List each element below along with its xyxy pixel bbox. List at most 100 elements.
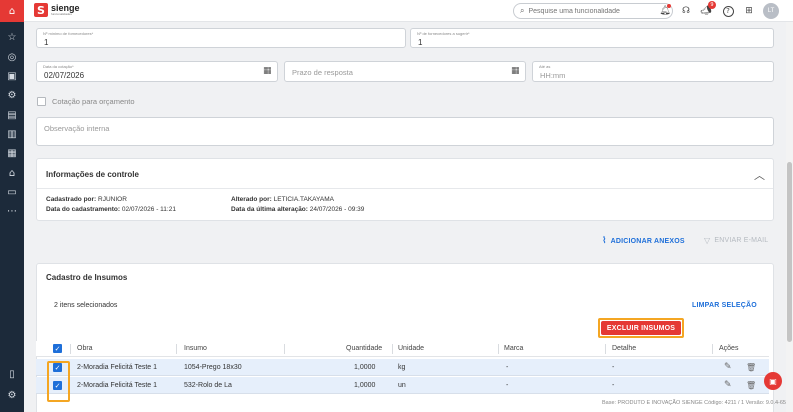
response-deadline-placeholder: Prazo de resposta (292, 68, 353, 77)
column-header-insumo[interactable]: Insumo (184, 341, 207, 357)
registered-by: Cadastrado por: RJUNIOR (46, 196, 127, 203)
chevron-up-icon[interactable]: ︿ (754, 167, 765, 183)
notification-badge: 9 (708, 1, 716, 9)
cell-detalhe: - (612, 382, 615, 389)
main-content: Nº mínimo de fornecedores* 1 Nº de forne… (24, 22, 786, 412)
chat-icon: ▣ (769, 376, 777, 386)
min-suppliers-field[interactable]: Nº mínimo de fornecedores* 1 (36, 28, 406, 48)
home-icon: ⌂ (8, 5, 16, 17)
add-attachments-button[interactable]: ⌇ ADICIONAR ANEXOS (602, 236, 685, 246)
column-header-quantidade[interactable]: Quantidade (346, 341, 382, 357)
budget-quote-checkbox[interactable] (37, 97, 46, 106)
changed-by: Alterado por: LETICIA.TAKAYAMA (231, 196, 334, 203)
send-email-button[interactable]: ▽ ENVIAR E-MAIL (704, 236, 768, 245)
calculator-icon[interactable]: ▦ (0, 144, 24, 162)
avatar[interactable]: LT (763, 3, 779, 19)
top-bar: S sienge funcionalidades ⌕ 🔔︎ ☊ 📣︎9 ? ⊞ … (24, 0, 793, 22)
chat-button[interactable]: ▣ (764, 372, 782, 390)
cell-insumo: 1054-Prego 18x30 (184, 364, 242, 371)
paperclip-icon: ⌇ (602, 236, 607, 246)
select-all-checkbox[interactable]: ✓ (53, 344, 62, 353)
help-icon[interactable]: ? (720, 3, 736, 19)
vertical-scrollbar[interactable] (786, 22, 793, 412)
column-header-obra[interactable]: Obra (77, 341, 93, 357)
brand-logo-mark: S (34, 3, 48, 17)
cell-obra: 2-Moradia Felicitá Teste 1 (77, 382, 158, 389)
delete-inputs-button[interactable]: EXCLUIR INSUMOS (601, 321, 681, 335)
reports-icon[interactable]: ▥ (0, 125, 24, 143)
control-info-card: Informações de controle ︿ Cadastrado por… (36, 158, 774, 221)
brand-subtitle: funcionalidades (51, 12, 72, 16)
headset-icon[interactable]: ☊ (678, 3, 694, 19)
column-header-acoes: Ações (719, 345, 739, 352)
home-button[interactable]: ⌂ (0, 0, 24, 22)
cell-detalhe: - (612, 364, 615, 371)
cell-insumo: 532-Rolo de La (184, 382, 232, 389)
cell-unidade: kg (398, 364, 406, 371)
table-row[interactable]: ✓ 2-Moradia Felicitá Teste 1 1054-Prego … (36, 359, 769, 376)
scrollbar-thumb[interactable] (787, 162, 792, 342)
filter-icon: ▽ (704, 236, 711, 245)
brand-logo[interactable]: S sienge funcionalidades (34, 3, 80, 17)
cell-unidade: un (398, 382, 406, 389)
until-time-placeholder: HH:mm (540, 71, 566, 80)
control-info-title: Informações de controle (46, 170, 139, 179)
cell-quantidade: 1,0000 (354, 382, 376, 389)
left-nav-rail: ⌂ ☆ ◎ ▣ ⚙ ▤ ▥ ▦ ⌂ ▭ ⋯ ▯ ⚙ (0, 0, 24, 412)
until-time-label: Até as (539, 64, 551, 69)
search-box[interactable]: ⌕ (513, 3, 673, 19)
quote-date-field[interactable]: Data da cotação* 02/07/2026 ▦ (36, 61, 278, 82)
control-info-header[interactable]: Informações de controle ︿ (37, 159, 773, 189)
response-deadline-field[interactable]: Prazo de resposta ▦ (284, 61, 526, 82)
edit-icon[interactable]: ✎ (724, 359, 732, 376)
star-icon[interactable]: ☆ (0, 28, 24, 46)
megaphone-icon[interactable]: 📣︎ 9 (698, 1, 716, 19)
delete-inputs-highlight: EXCLUIR INSUMOS (598, 318, 684, 338)
trash-icon[interactable]: 🗑︎ (746, 377, 756, 394)
column-header-detalhe[interactable]: Detalhe (612, 341, 636, 357)
table-row[interactable]: ✓ 2-Moradia Felicitá Teste 1 532-Rolo de… (36, 377, 769, 394)
inputs-title: Cadastro de Insumos (46, 273, 128, 282)
column-header-unidade[interactable]: Unidade (398, 341, 424, 357)
row-selection-highlight (47, 361, 70, 402)
tools-icon[interactable]: ⚙ (0, 86, 24, 104)
globe-icon[interactable]: ◎ (0, 48, 24, 66)
monitor-icon[interactable]: ▭ (0, 183, 24, 201)
more-icon[interactable]: ⋯ (0, 202, 24, 220)
min-suppliers-label: Nº mínimo de fornecedores* (43, 31, 94, 36)
suggested-suppliers-field[interactable]: Nº de fornecedores a sugerir* 1 (410, 28, 774, 48)
changed-date: Data da última alteração: 24/07/2026 - 0… (231, 206, 365, 213)
internal-note-placeholder: Observação interna (44, 124, 110, 133)
settings-icon[interactable]: ⚙ (0, 386, 24, 404)
apps-grid-icon[interactable]: ⊞ (741, 3, 757, 19)
budget-quote-label: Cotação para orçamento (52, 97, 135, 106)
suggested-suppliers-label: Nº de fornecedores a sugerir* (417, 31, 470, 36)
table-header: ✓ Obra Insumo Quantidade Unidade Marca D… (36, 341, 769, 357)
cell-obra: 2-Moradia Felicitá Teste 1 (77, 364, 158, 371)
registered-date: Data do cadastramento: 02/07/2026 - 11:2… (46, 206, 176, 213)
calendar-icon[interactable]: ▦ (263, 66, 273, 76)
building-icon[interactable]: ⌂ (0, 164, 24, 182)
gift-icon[interactable]: ▣ (0, 67, 24, 85)
internal-note-field[interactable]: Observação interna (36, 117, 774, 146)
selected-count: 2 itens selecionados (54, 302, 118, 309)
column-header-marca[interactable]: Marca (504, 341, 523, 357)
document-icon[interactable]: ▤ (0, 106, 24, 124)
quote-date-label: Data da cotação* (43, 64, 74, 69)
clear-selection-button[interactable]: LIMPAR SELEÇÃO (692, 302, 757, 309)
book-icon[interactable]: ▯ (0, 365, 24, 383)
bell-icon[interactable]: 🔔︎ (657, 3, 673, 19)
calendar-icon[interactable]: ▦ (511, 66, 521, 76)
search-input[interactable] (528, 7, 659, 15)
cell-marca: - (506, 382, 509, 389)
trash-icon[interactable]: 🗑︎ (746, 359, 756, 376)
until-time-field[interactable]: Até as HH:mm (532, 61, 774, 82)
cell-quantidade: 1,0000 (354, 364, 376, 371)
budget-quote-checkbox-row[interactable]: Cotação para orçamento (37, 97, 135, 106)
edit-icon[interactable]: ✎ (724, 377, 732, 394)
min-suppliers-value: 1 (44, 38, 49, 47)
search-icon: ⌕ (520, 6, 525, 15)
suggested-suppliers-value: 1 (418, 38, 423, 47)
quote-date-value: 02/07/2026 (44, 71, 85, 80)
cell-marca: - (506, 364, 509, 371)
